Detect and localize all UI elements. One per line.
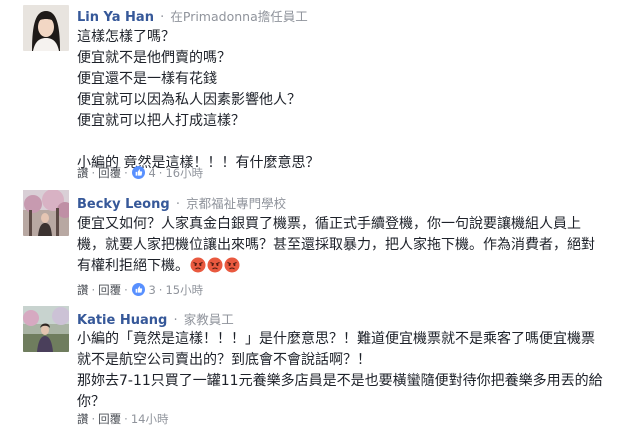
commenter-name[interactable]: Lin Ya Han bbox=[77, 10, 154, 25]
comment-line: 你？ bbox=[77, 394, 105, 410]
like-button[interactable]: 讚 bbox=[77, 283, 89, 297]
comment-line: 小編的「竟然是這樣！！！」是什麼意思？！難道便宜機票就不是乘客了嗎便宜機票 bbox=[77, 331, 595, 347]
separator: · bbox=[160, 10, 165, 25]
timestamp[interactable]: 16小時 bbox=[165, 166, 203, 180]
comment-text: 便宜又如何？人家真金白銀買了機票，循正式手續登機，你一句說要讓機組人員上 機，就… bbox=[77, 214, 637, 277]
comment-header: Lin Ya Han · 在Primadonna擔任員工 bbox=[77, 6, 308, 25]
commenter-role[interactable]: 家教員工 bbox=[184, 312, 234, 327]
like-icon bbox=[131, 283, 145, 296]
comment-text: 這樣怎樣了嗎？ 便宜就不是他們賣的嗎？ 便宜還不是一樣有花錢 便宜就可以因為私人… bbox=[77, 27, 637, 174]
comment-line: 便宜還不是一樣有花錢 bbox=[77, 71, 217, 87]
like-button[interactable]: 讚 bbox=[77, 412, 89, 426]
like-count[interactable]: 3 bbox=[148, 283, 155, 297]
timestamp[interactable]: 14小時 bbox=[131, 412, 169, 426]
comment-line: 那妳去7-11只買了一罐11元養樂多店員是不是也要橫蠻隨便對待你把養樂多用丟的給 bbox=[77, 373, 603, 389]
avatar[interactable] bbox=[23, 5, 69, 51]
comment-line: 便宜就可以把人打成這樣？ bbox=[77, 113, 245, 129]
reply-button[interactable]: 回覆 bbox=[98, 166, 121, 180]
comment-line bbox=[77, 132, 637, 153]
comment-line: 機，就要人家把機位讓出來嗎？甚至還採取暴力，把人家拖下機。作為消費者，絕對 bbox=[77, 237, 595, 253]
comment-text: 小編的「竟然是這樣！！！」是什麼意思？！難道便宜機票就不是乘客了嗎便宜機票 就不… bbox=[77, 329, 637, 413]
avatar[interactable] bbox=[23, 306, 69, 352]
comment-line: 便宜又如何？人家真金白銀買了機票，循正式手續登機，你一句說要讓機組人員上 bbox=[77, 216, 581, 232]
like-button[interactable]: 讚 bbox=[77, 166, 89, 180]
comment-line: 便宜就可以因為私人因素影響他人？ bbox=[77, 92, 301, 108]
angry-emoji-icon bbox=[224, 257, 240, 273]
separator: · bbox=[173, 313, 178, 328]
comment-line-text: 有權利拒絕下機。 bbox=[77, 258, 189, 274]
comment-actions: 讚 · 回覆 · 4 · 16小時 bbox=[77, 166, 204, 180]
comment-actions: 讚 · 回覆 · 14小時 bbox=[77, 412, 169, 426]
commenter-name[interactable]: Katie Huang bbox=[77, 313, 167, 328]
comment-line: 這樣怎樣了嗎？ bbox=[77, 29, 175, 45]
timestamp[interactable]: 15小時 bbox=[165, 283, 203, 297]
reply-button[interactable]: 回覆 bbox=[98, 283, 121, 297]
reply-button[interactable]: 回覆 bbox=[98, 412, 121, 426]
like-icon bbox=[131, 166, 145, 179]
comment-line: 就不是航空公司賣出的？到底會不會說話啊？！ bbox=[77, 352, 371, 368]
comment-header: Becky Leong · 京都福祉專門學校 bbox=[77, 193, 286, 212]
comment-line: 有權利拒絕下機。 bbox=[77, 256, 637, 277]
comment-header: Katie Huang · 家教員工 bbox=[77, 309, 234, 328]
avatar[interactable] bbox=[23, 190, 69, 236]
commenter-name[interactable]: Becky Leong bbox=[77, 197, 170, 212]
commenter-role[interactable]: 京都福祉專門學校 bbox=[186, 196, 286, 211]
comment-actions: 讚 · 回覆 · 3 · 15小時 bbox=[77, 283, 204, 297]
like-count[interactable]: 4 bbox=[148, 166, 155, 180]
commenter-role[interactable]: 在Primadonna擔任員工 bbox=[170, 9, 307, 24]
angry-emoji-icon bbox=[190, 257, 206, 273]
comment-line: 便宜就不是他們賣的嗎？ bbox=[77, 50, 231, 66]
angry-emoji-icon bbox=[207, 257, 223, 273]
separator: · bbox=[175, 197, 180, 212]
